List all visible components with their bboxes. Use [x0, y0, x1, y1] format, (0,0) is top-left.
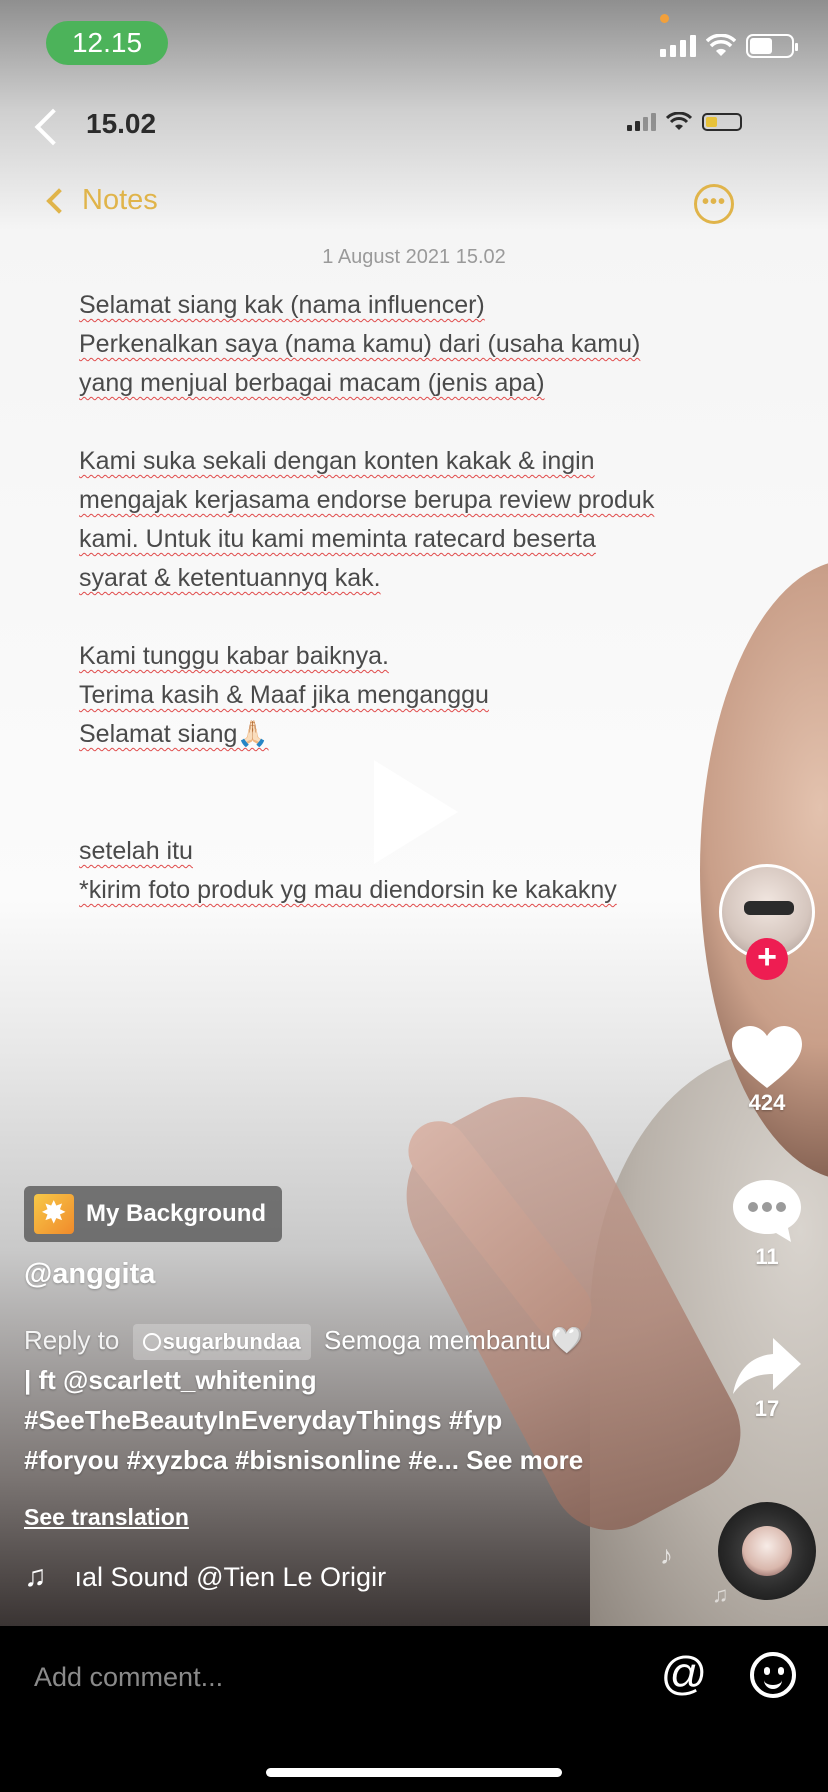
system-status-bar: 12.15: [0, 0, 828, 86]
share-button[interactable]: 17: [720, 1336, 814, 1422]
caption-line: #foryou #xyzbca #bisnisonline #e... See …: [24, 1440, 664, 1480]
note-line: Selamat siang🙏🏻: [79, 720, 269, 748]
battery-icon: [746, 34, 798, 58]
note-line: syarat & ketentuannyq kak.: [79, 564, 381, 592]
music-note-icon: ♫: [712, 1582, 729, 1607]
video-inner-status-icons: [627, 112, 742, 132]
music-note-icon: ♪: [660, 1540, 673, 1570]
effect-icon: [34, 1194, 74, 1234]
comment-icon: [142, 1333, 161, 1352]
chevron-left-icon: [46, 187, 72, 214]
notes-back-label: Notes: [82, 184, 158, 216]
music-disc[interactable]: [718, 1502, 816, 1600]
comment-count: 11: [755, 1244, 779, 1269]
note-line: Kami suka sekali dengan konten kakak & i…: [79, 447, 595, 475]
play-icon[interactable]: [374, 760, 458, 864]
wifi-icon: [706, 34, 736, 56]
comment-button[interactable]: 11: [720, 1178, 814, 1270]
video-caption: Reply to sugarbundaa Semoga membantu🤍 | …: [24, 1320, 664, 1480]
note-line: Selamat siang kak (nama influencer): [79, 291, 485, 319]
like-count: 424: [748, 1090, 786, 1115]
see-more-link[interactable]: See more: [466, 1445, 583, 1475]
comment-bar: Add comment... @: [0, 1626, 828, 1792]
more-icon: •••: [694, 184, 734, 224]
comment-bubble-icon: [733, 1180, 801, 1242]
emoji-icon[interactable]: [750, 1652, 796, 1698]
video-inner-time: 15.02: [86, 108, 157, 139]
share-count: 17: [754, 1396, 780, 1421]
effect-badge[interactable]: My Background: [24, 1186, 283, 1242]
wifi-icon: [666, 112, 692, 130]
reply-username: sugarbundaa: [162, 1329, 301, 1355]
at-icon[interactable]: @: [660, 1650, 708, 1698]
caption-hashtags[interactable]: #foryou #xyzbca #bisnisonline #e...: [24, 1445, 459, 1475]
see-translation-link[interactable]: See translation: [24, 1504, 189, 1531]
note-line: yang menjual berbagai macam (jenis apa): [79, 369, 545, 397]
heart-icon: [732, 1026, 802, 1088]
system-status-icons: [660, 34, 798, 58]
share-arrow-icon: [733, 1338, 801, 1394]
like-button[interactable]: 424: [720, 1024, 814, 1116]
status-time: 12.15: [46, 21, 168, 65]
note-line: *kirim foto produk yg mau diendorsin ke …: [79, 876, 617, 904]
author-username[interactable]: @anggita: [24, 1258, 155, 1291]
caption-text: Semoga membantu🤍: [324, 1325, 584, 1355]
sound-title: ıal Sound @Tien Le Origir: [74, 1561, 387, 1592]
sound-thumbnail: [742, 1526, 792, 1576]
home-indicator: [266, 1768, 562, 1777]
notes-back-button: Notes: [46, 184, 158, 217]
note-line: mengajak kerjasama endorse berupa review…: [79, 486, 655, 514]
privacy-indicator-dot: [660, 14, 669, 23]
music-note-icon: ♫: [24, 1560, 47, 1593]
back-icon[interactable]: [30, 108, 60, 148]
note-line: Terima kasih & Maaf jika menganggu: [79, 681, 489, 709]
caption-hashtags[interactable]: #SeeTheBeautyInEverydayThings #fyp: [24, 1400, 664, 1440]
reply-label: Reply to: [24, 1325, 120, 1355]
note-date: 1 August 2021 15.02: [322, 246, 506, 268]
signal-icon: [627, 113, 656, 131]
caption-line: Reply to sugarbundaa Semoga membantu🤍: [24, 1320, 664, 1361]
note-line: Kami tunggu kabar baiknya.: [79, 642, 389, 670]
comment-input[interactable]: Add comment...: [34, 1662, 223, 1693]
note-line: kami. Untuk itu kami meminta ratecard be…: [79, 525, 596, 553]
signal-icon: [660, 35, 696, 57]
note-line: Perkenalkan saya (nama kamu) dari (usaha…: [79, 330, 641, 358]
follow-button[interactable]: +: [746, 938, 788, 980]
battery-icon: [702, 113, 742, 131]
effect-label: My Background: [86, 1200, 267, 1227]
reply-user-chip[interactable]: sugarbundaa: [132, 1324, 311, 1361]
caption-line[interactable]: | ft @scarlett_whitening: [24, 1360, 664, 1400]
sound-row[interactable]: ♫ ıal Sound @Tien Le Origir: [24, 1560, 485, 1594]
video-inner-status-bar: 15.02: [0, 96, 828, 156]
